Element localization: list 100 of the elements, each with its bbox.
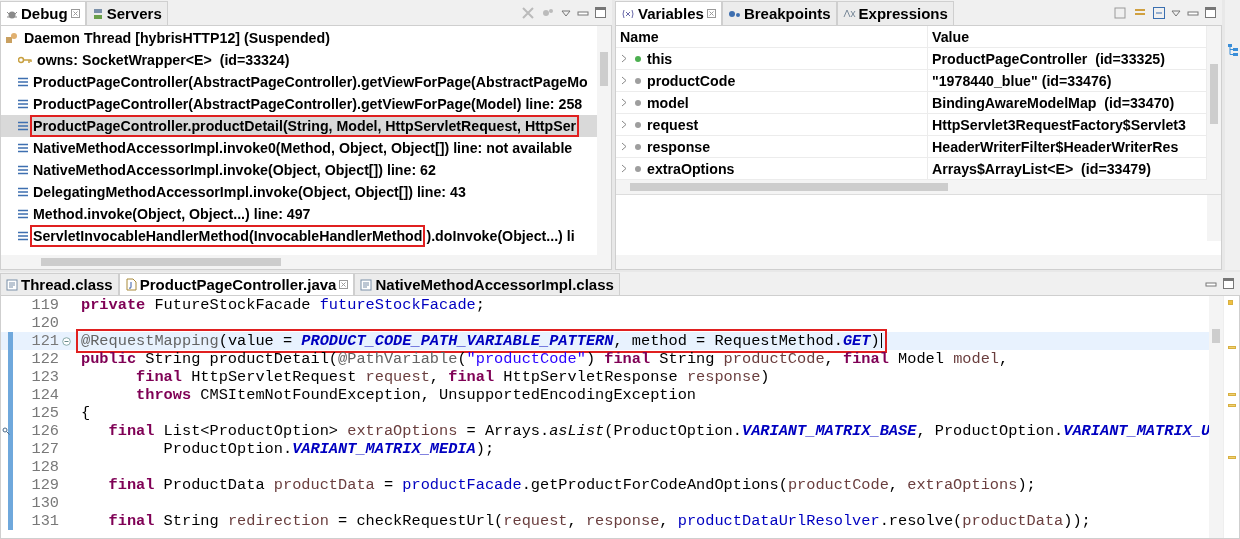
line-number: 130 xyxy=(30,494,59,512)
variable-dot-icon xyxy=(634,76,642,85)
expand-chevron-icon[interactable] xyxy=(620,98,629,107)
variable-value: HttpServlet3RequestFactory$Servlet3 xyxy=(932,116,1186,133)
view-menu-icon[interactable] xyxy=(1171,8,1181,17)
view-menu-icon[interactable] xyxy=(561,8,571,17)
variable-dot-icon xyxy=(634,98,642,107)
expand-chevron-icon[interactable] xyxy=(620,54,629,63)
variable-dot-icon xyxy=(634,164,642,173)
server-icon xyxy=(91,7,104,20)
class-file-icon xyxy=(360,278,373,291)
stack-frame-item[interactable]: ProductPageController.productDetail(String, Model, HttpServletRequest, HttpSer xyxy=(1,115,597,137)
variable-value: BindingAwareModelMap (id=33470) xyxy=(932,94,1175,111)
outline-icon[interactable] xyxy=(1227,44,1238,56)
variable-dot-icon xyxy=(634,54,642,63)
view-tab[interactable]: Expressions xyxy=(836,1,954,25)
maximize-icon[interactable] xyxy=(1223,278,1234,289)
vertical-scrollbar[interactable] xyxy=(1209,296,1223,538)
expand-chevron-icon[interactable] xyxy=(620,164,629,173)
java-file-icon xyxy=(124,278,137,291)
breakpoint-icon xyxy=(727,8,741,19)
view-tab[interactable]: Variables xyxy=(615,1,722,25)
collapse-icon[interactable] xyxy=(1113,5,1127,20)
stack-frame-item[interactable]: DelegatingMethodAccessorImpl.invoke(Object, Object[]) line: 43 xyxy=(1,181,597,203)
variable-name: extraOptions xyxy=(647,160,735,177)
stack-frame-item[interactable]: NativeMethodAccessorImpl.invoke(Object, Object[]) line: 62 xyxy=(1,159,597,181)
maximize-icon[interactable] xyxy=(595,7,606,18)
line-number: 120 xyxy=(30,314,59,332)
horizontal-scrollbar[interactable] xyxy=(1,255,611,269)
class-file-icon xyxy=(6,278,18,291)
close-icon[interactable] xyxy=(339,280,349,289)
vertical-scrollbar[interactable] xyxy=(1207,26,1221,180)
expand-chevron-icon[interactable] xyxy=(620,120,629,129)
stack-frame-item[interactable]: ProductPageController(AbstractPageController).getViewForPage(Model) line: 258 xyxy=(1,93,597,115)
view-tab[interactable]: Breakpoints xyxy=(721,1,837,25)
variable-value: HeaderWriterFilter$HeaderWriterRes xyxy=(932,138,1179,155)
variable-value: ProductPageController (id=33325) xyxy=(932,50,1165,67)
variable-name: response xyxy=(647,138,711,155)
stack-frame-item[interactable]: ProductPageController(AbstractPageController).getViewForPage(AbstractPageMo xyxy=(1,71,597,93)
line-number: 128 xyxy=(30,458,59,476)
stack-frame-icon xyxy=(18,187,28,197)
code-line: final List<ProductOption> extraOptions = Arrays.asList(ProductOption.VARIANT_MATRIX_BASE, ProductOption.VARIANT_MATRIX_U xyxy=(107,422,1212,440)
line-number: 131 xyxy=(30,512,59,530)
fold-icon[interactable] xyxy=(61,336,71,346)
code-line: private FutureStockFacade futureStockFacade; xyxy=(80,296,486,314)
column-header[interactable]: Name xyxy=(616,26,928,47)
horizontal-scrollbar[interactable] xyxy=(616,180,1221,194)
variable-value: "1978440_blue" (id=33476) xyxy=(932,72,1112,89)
code-line: final ProductData productData = productFacade.getProductForCodeAndOptions(productCode, extraOptions); xyxy=(107,476,1037,494)
expression-icon xyxy=(842,8,856,19)
stack-frame-item[interactable]: Method.invoke(Object, Object...) line: 497 xyxy=(1,203,597,225)
thread-item[interactable]: Daemon Thread [hybrisHTTP12] (Suspended) xyxy=(1,27,597,49)
code-line: @RequestMapping(value = PRODUCT_CODE_PATH_VARIABLE_PATTERN, method = RequestMethod.GET) xyxy=(79,332,884,350)
monitor-item[interactable]: owns: SocketWrapper<E> (id=33324) xyxy=(1,49,597,71)
stack-frame-item[interactable]: ServletInvocableHandlerMethod(InvocableHandlerMethod ).doInvoke(Object...) li xyxy=(1,225,597,247)
line-number: 121 xyxy=(30,332,59,350)
expand-chevron-icon[interactable] xyxy=(620,76,629,85)
stack-frame-icon xyxy=(18,209,28,219)
vertical-scrollbar[interactable] xyxy=(597,26,611,255)
horizontal-scrollbar[interactable] xyxy=(616,255,1221,269)
code-line: { xyxy=(80,404,92,422)
expand-chevron-icon[interactable] xyxy=(620,142,629,151)
stack-frame-icon xyxy=(18,99,28,109)
line-number: 123 xyxy=(30,368,59,386)
variable-name: model xyxy=(647,94,689,111)
code-line: final String redirection = checkRequestUrl(request, response, productDataUrlResolver.resolve(productData)); xyxy=(107,512,1092,530)
line-number: 124 xyxy=(30,386,59,404)
view-tab[interactable]: Servers xyxy=(85,1,168,25)
key-icon xyxy=(18,56,32,64)
collapse-all-icon[interactable] xyxy=(1153,6,1165,19)
line-number: 127 xyxy=(30,440,59,458)
maximize-icon[interactable] xyxy=(1205,7,1216,18)
line-number: 129 xyxy=(30,476,59,494)
close-icon[interactable] xyxy=(70,9,80,18)
vertical-scrollbar[interactable] xyxy=(1207,195,1221,241)
variable-name: this xyxy=(647,50,673,67)
view-tab[interactable]: NativeMethodAccessorImpl.class xyxy=(354,273,620,295)
view-tab[interactable]: Thread.class xyxy=(0,273,119,295)
variable-name: request xyxy=(647,116,699,133)
view-tab[interactable]: Debug xyxy=(0,1,86,25)
line-number: 122 xyxy=(30,350,59,368)
stack-frame-item[interactable]: NativeMethodAccessorImpl.invoke0(Method, Object, Object[]) line: not available xyxy=(1,137,597,159)
variable-dot-icon xyxy=(634,142,642,151)
code-line: throws CMSItemNotFoundException, UnsupportedEncodingException xyxy=(135,386,698,404)
line-number: 125 xyxy=(30,404,59,422)
line-number: 126 xyxy=(30,422,59,440)
variable-dot-icon xyxy=(634,120,642,129)
remove-terminated-icon[interactable] xyxy=(521,5,535,20)
variable-icon xyxy=(621,8,635,19)
stack-frame-icon xyxy=(18,165,28,175)
stack-frame-icon xyxy=(18,121,28,131)
code-line: public String productDetail(@PathVariable("productCode") final String productCode, final Model model, xyxy=(80,350,1010,368)
stack-frame-icon xyxy=(18,143,28,153)
variable-name: productCode xyxy=(647,72,736,89)
code-line: final HttpServletRequest request, final HttpServletResponse response) xyxy=(135,368,771,386)
code-line: ProductOption.VARIANT_MATRIX_MEDIA); xyxy=(162,440,496,458)
stack-frame-icon xyxy=(18,77,28,87)
variable-value: Arrays$ArrayList<E> (id=33479) xyxy=(932,160,1151,177)
view-tab[interactable]: ProductPageController.java xyxy=(118,273,355,295)
close-icon[interactable] xyxy=(706,9,716,18)
